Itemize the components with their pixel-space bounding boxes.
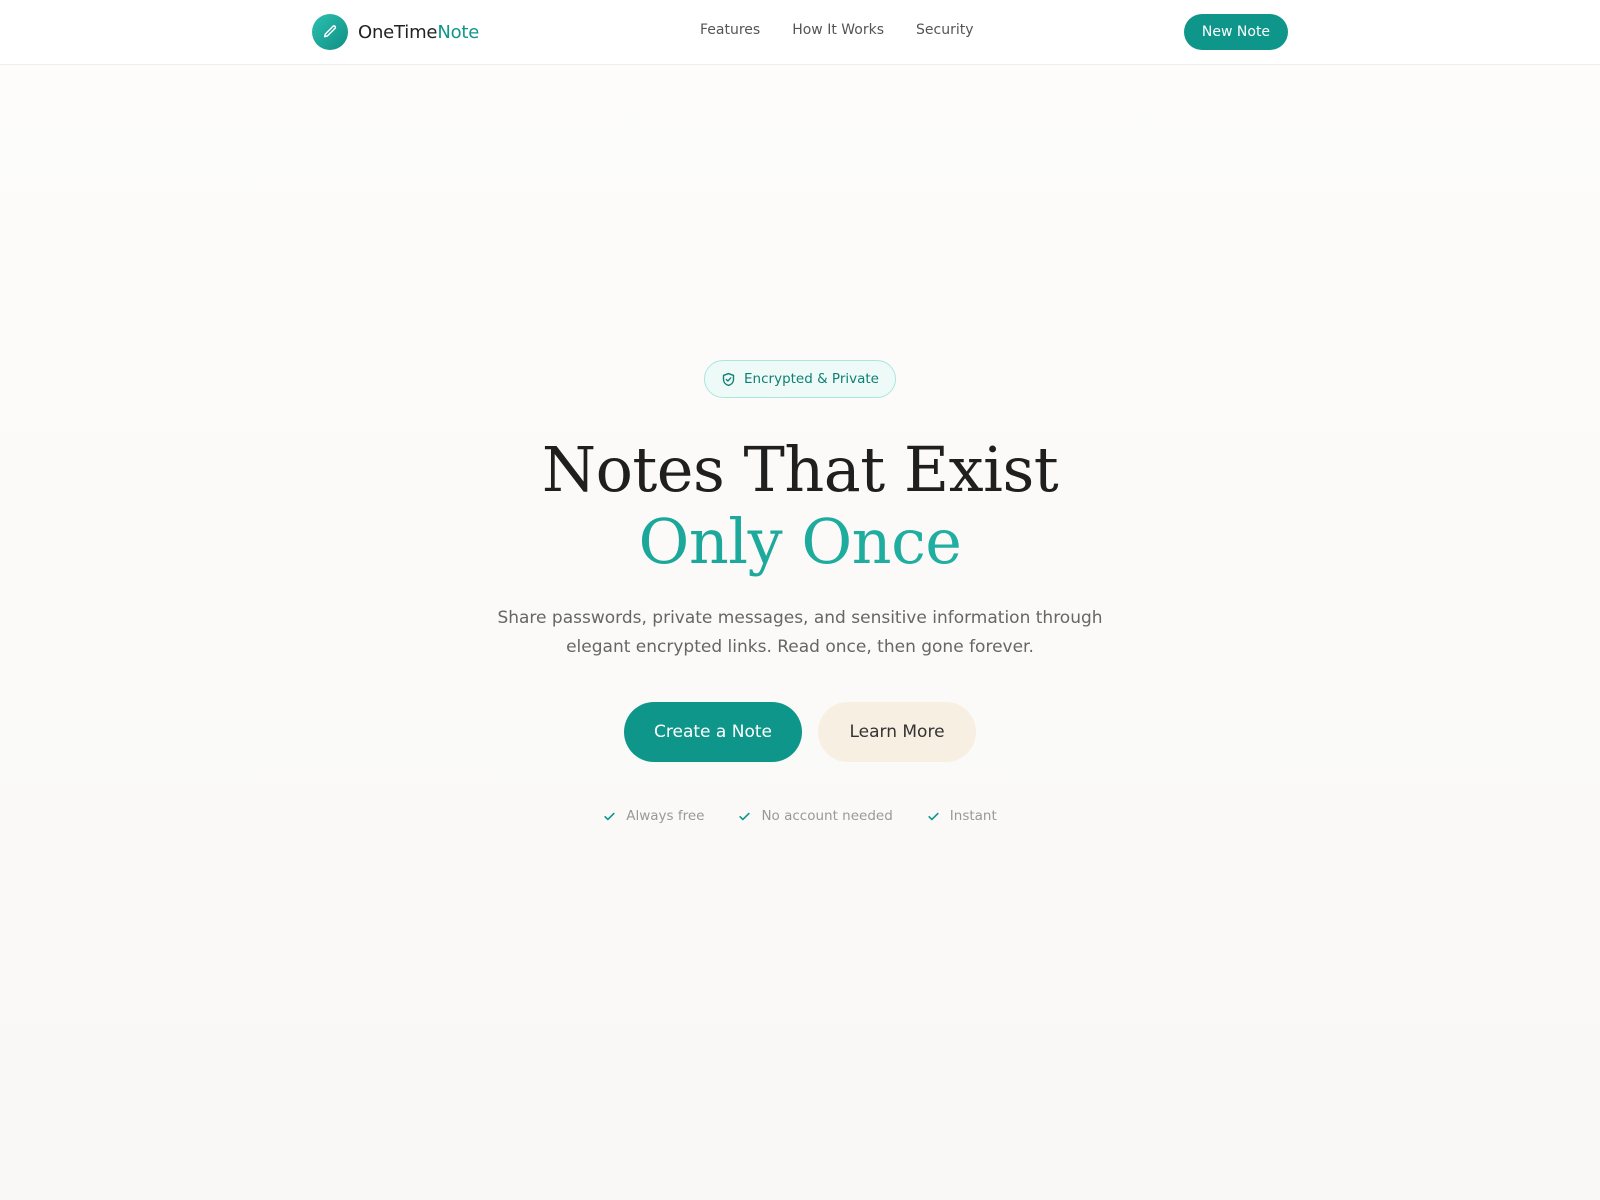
perks-list: Always free No account needed Instant bbox=[0, 808, 1600, 824]
hero-title: Notes That Exist Only Once bbox=[0, 434, 1600, 578]
perk-label: Always free bbox=[626, 808, 705, 824]
hero-subtitle: Share passwords, private messages, and s… bbox=[497, 608, 1103, 657]
perk-item: Always free bbox=[603, 808, 704, 824]
hero-title-line1: Notes That Exist bbox=[541, 433, 1059, 506]
nav-link-how-it-works[interactable]: How It Works bbox=[792, 22, 884, 38]
brand-name-main: OneTime bbox=[358, 21, 438, 43]
hero-section: Encrypted & Private Notes That Exist Onl… bbox=[0, 360, 1600, 824]
check-icon bbox=[603, 810, 616, 823]
brand-name-accent: Note bbox=[437, 21, 480, 43]
create-note-button[interactable]: Create a Note bbox=[624, 702, 802, 762]
cta-row: Create a Note Learn More bbox=[0, 702, 1600, 762]
nav-link-security[interactable]: Security bbox=[916, 22, 974, 38]
site-header: OneTimeNote Features How It Works Securi… bbox=[0, 0, 1600, 65]
brand-name: OneTimeNote bbox=[358, 22, 479, 43]
encrypted-badge: Encrypted & Private bbox=[704, 360, 896, 398]
perk-label: No account needed bbox=[761, 808, 893, 824]
brand-home-link[interactable]: OneTimeNote bbox=[312, 14, 479, 50]
hero-title-line2: Only Once bbox=[0, 506, 1600, 578]
nav-link-features[interactable]: Features bbox=[700, 22, 760, 38]
pencil-icon bbox=[312, 14, 348, 50]
shield-check-icon bbox=[721, 372, 736, 387]
badge-label: Encrypted & Private bbox=[744, 371, 879, 387]
main-nav: Features How It Works Security bbox=[700, 22, 974, 38]
perk-label: Instant bbox=[949, 808, 997, 824]
learn-more-button[interactable]: Learn More bbox=[818, 702, 976, 762]
perk-item: Instant bbox=[927, 808, 997, 824]
check-icon bbox=[927, 810, 940, 823]
check-icon bbox=[738, 810, 751, 823]
perk-item: No account needed bbox=[738, 808, 893, 824]
new-note-button[interactable]: New Note bbox=[1184, 14, 1288, 50]
